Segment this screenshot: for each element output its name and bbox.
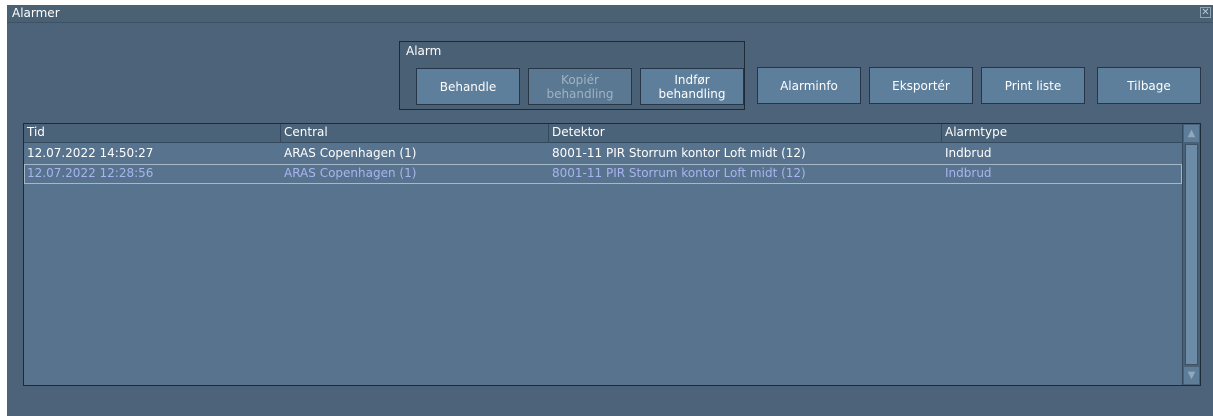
- window-title: Alarmer: [12, 6, 60, 20]
- cell-detektor: 8001-11 PIR Storrum kontor Loft midt (12…: [552, 146, 806, 160]
- behandle-button[interactable]: Behandle: [416, 68, 520, 105]
- alarm-group: Alarm Behandle Kopiér behandling Indfør …: [399, 41, 745, 110]
- title-bar: Alarmer ✕: [7, 5, 1213, 23]
- cell-tid: 12.07.2022 12:28:56: [27, 166, 154, 180]
- cell-central: ARAS Copenhagen (1): [284, 146, 417, 160]
- column-header-detektor[interactable]: Detektor: [549, 124, 942, 142]
- eksporter-button[interactable]: Eksportér: [869, 67, 973, 104]
- scroll-down-icon[interactable]: ▼: [1184, 367, 1199, 384]
- column-header-tid[interactable]: Tid: [24, 124, 281, 142]
- kopier-behandling-label: Kopiér behandling: [546, 72, 614, 101]
- cell-tid: 12.07.2022 14:50:27: [27, 146, 154, 160]
- cell-central: ARAS Copenhagen (1): [284, 166, 417, 180]
- table-row-selected[interactable]: 12.07.2022 12:28:56 ARAS Copenhagen (1) …: [24, 164, 1182, 184]
- print-liste-button[interactable]: Print liste: [981, 67, 1085, 104]
- kopier-behandling-button[interactable]: Kopiér behandling: [528, 68, 632, 105]
- alarm-group-label: Alarm: [406, 44, 442, 58]
- vertical-scrollbar[interactable]: ▲ ▼: [1182, 124, 1200, 385]
- cell-detektor: 8001-11 PIR Storrum kontor Loft midt (12…: [552, 166, 806, 180]
- column-header-central[interactable]: Central: [281, 124, 549, 142]
- alarmer-window: Alarmer ✕ Alarm Behandle Kopiér behandli…: [7, 5, 1213, 416]
- alarm-table: Tid Central Detektor Alarmtype 12.07.202…: [23, 123, 1201, 386]
- scroll-up-icon[interactable]: ▲: [1184, 125, 1199, 142]
- table-row[interactable]: 12.07.2022 14:50:27 ARAS Copenhagen (1) …: [24, 144, 1182, 164]
- close-icon[interactable]: ✕: [1200, 7, 1211, 18]
- cell-alarmtype: Indbrud: [945, 166, 992, 180]
- scroll-thumb[interactable]: [1185, 144, 1198, 365]
- alarminfo-button[interactable]: Alarminfo: [757, 67, 861, 104]
- table-header: Tid Central Detektor Alarmtype: [24, 124, 1182, 143]
- indfor-behandling-label: Indfør behandling: [658, 72, 726, 101]
- column-header-alarmtype[interactable]: Alarmtype: [942, 124, 1182, 142]
- tilbage-button[interactable]: Tilbage: [1097, 67, 1201, 104]
- indfor-behandling-button[interactable]: Indfør behandling: [640, 68, 744, 105]
- cell-alarmtype: Indbrud: [945, 146, 992, 160]
